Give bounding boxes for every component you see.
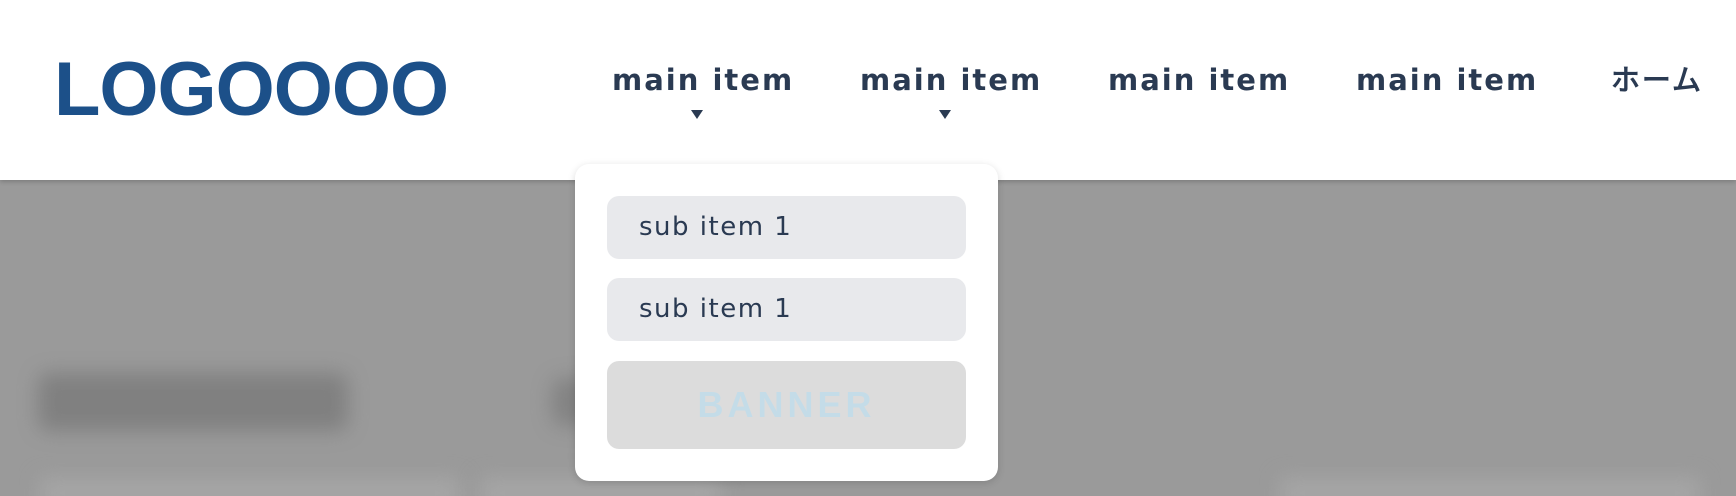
page: LOGOOOO main item main item main item ma…: [0, 0, 1736, 496]
sub-item-1[interactable]: sub item 1: [607, 196, 966, 259]
nav-dropdown-menu: sub item 1 sub item 1 BANNER: [575, 164, 998, 481]
caret-down-icon: [939, 110, 951, 119]
nav-item-label: main item: [860, 63, 1043, 97]
blurred-content-strip: [1280, 478, 1700, 496]
blurred-content-strip: [40, 478, 460, 496]
nav-item-label: ホーム: [1610, 63, 1704, 97]
dropdown-banner[interactable]: BANNER: [607, 361, 966, 449]
nav-item-3[interactable]: main item: [1108, 62, 1291, 122]
nav-item-1[interactable]: main item: [612, 62, 795, 122]
nav-item-label: main item: [1108, 63, 1291, 97]
logo[interactable]: LOGOOOO: [54, 40, 449, 140]
nav-item-home[interactable]: ホーム: [1602, 62, 1712, 122]
sub-item-2[interactable]: sub item 1: [607, 278, 966, 341]
nav-item-4[interactable]: main item: [1356, 62, 1539, 122]
blurred-heading: [38, 373, 348, 431]
nav-item-label: main item: [1356, 63, 1539, 97]
nav-item-2[interactable]: main item: [860, 62, 1043, 122]
site-header: LOGOOOO main item main item main item ma…: [0, 0, 1736, 180]
caret-down-icon: [691, 110, 703, 119]
nav-item-label: main item: [612, 63, 795, 97]
